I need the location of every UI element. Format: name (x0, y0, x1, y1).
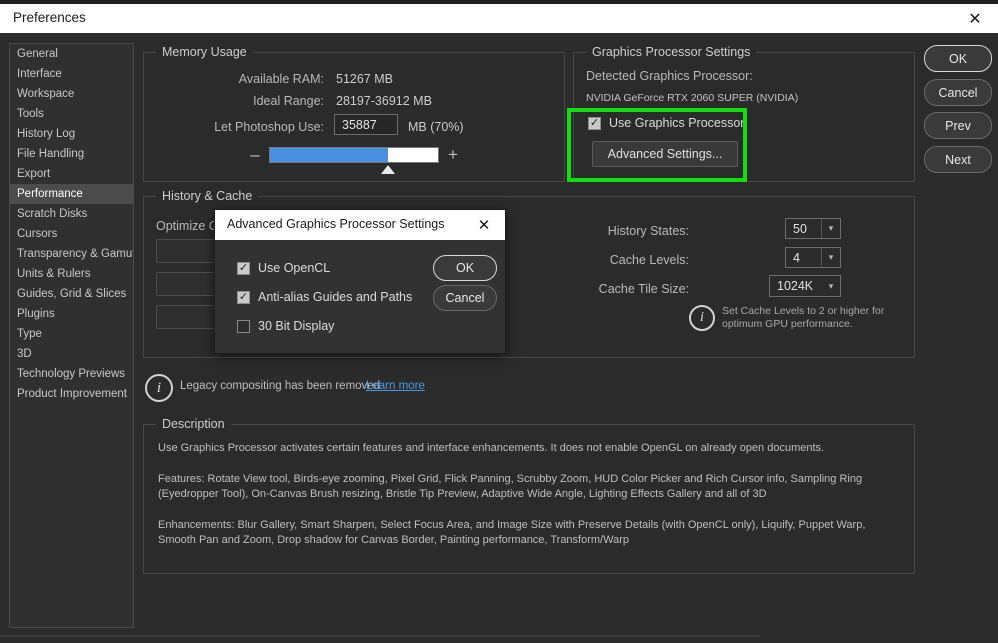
thirty-bit-display-row[interactable]: ✓ 30 Bit Display (237, 319, 334, 333)
cache-levels-select[interactable]: 4 ▾ (785, 247, 841, 268)
sidebar-item-workspace[interactable]: Workspace (10, 84, 133, 104)
sidebar-item-file-handling[interactable]: File Handling (10, 144, 133, 164)
advanced-settings-button[interactable]: Advanced Settings... (592, 141, 738, 167)
thirty-bit-display-label: 30 Bit Display (258, 319, 335, 333)
legacy-notice-text: Legacy compositing has been removed (180, 380, 381, 392)
legacy-info-icon: i (145, 374, 173, 402)
chevron-down-icon[interactable]: ▾ (822, 276, 840, 296)
advanced-graphics-settings-dialog: Advanced Graphics Processor Settings ✕ ✓… (214, 209, 506, 354)
history-states-select[interactable]: 50 ▾ (785, 218, 841, 239)
cache-hint-line-1: Set Cache Levels to 2 or higher for (722, 305, 885, 317)
ideal-range-label: Ideal Range: (253, 94, 324, 108)
anti-alias-checkbox[interactable]: ✓ (237, 290, 250, 304)
optimize-cache-label: Optimize C (156, 219, 218, 233)
ideal-range-value: 28197-36912 MB (336, 94, 432, 108)
description-paragraph-1: Use Graphics Processor activates certain… (158, 442, 825, 454)
chevron-down-icon[interactable]: ▾ (821, 219, 840, 238)
use-graphics-processor-checkbox[interactable]: ✓ (588, 116, 601, 130)
window-title-bar: Preferences ✕ (0, 4, 998, 33)
sidebar-item-plugins[interactable]: Plugins (10, 304, 133, 324)
anti-alias-row[interactable]: ✓ Anti-alias Guides and Paths (237, 290, 412, 304)
description-paragraph-3: Enhancements: Blur Gallery, Smart Sharpe… (158, 519, 866, 546)
let-photoshop-use-input[interactable]: 35887 (334, 114, 398, 135)
sidebar-item-type[interactable]: Type (10, 324, 133, 344)
sidebar-item-technology-previews[interactable]: Technology Previews (10, 364, 133, 384)
modal-title-text: Advanced Graphics Processor Settings (227, 217, 445, 231)
let-photoshop-use-suffix: MB (70%) (408, 120, 464, 134)
description-group: Description Use Graphics Processor activ… (143, 417, 915, 574)
close-icon[interactable]: ✕ (469, 210, 499, 240)
window-bottom-edge (0, 635, 760, 637)
sidebar-item-export[interactable]: Export (10, 164, 133, 184)
thirty-bit-display-checkbox[interactable]: ✓ (237, 319, 250, 333)
modal-title-bar: Advanced Graphics Processor Settings ✕ (215, 210, 505, 240)
graphics-processor-legend: Graphics Processor Settings (586, 45, 757, 59)
detected-gpu-label: Detected Graphics Processor: (586, 69, 753, 83)
history-states-value: 50 (793, 221, 807, 236)
sidebar-item-guides-grid-slices[interactable]: Guides, Grid & Slices (10, 284, 133, 304)
use-graphics-processor-label: Use Graphics Processor (609, 116, 745, 130)
modal-ok-button[interactable]: OK (433, 255, 497, 281)
learn-more-link[interactable]: Learn more (366, 380, 425, 392)
cache-levels-value: 4 (793, 250, 800, 265)
use-opencl-row[interactable]: ✓ Use OpenCL (237, 261, 330, 275)
close-icon[interactable]: ✕ (952, 4, 998, 33)
cache-tile-size-select[interactable]: 1024K ▾ (769, 275, 841, 297)
detected-gpu-value: NVIDIA GeForce RTX 2060 SUPER (NVIDIA) (586, 92, 799, 104)
memory-usage-legend: Memory Usage (156, 45, 253, 59)
memory-slider-track[interactable] (269, 147, 439, 163)
sidebar-item-general[interactable]: General (10, 44, 133, 64)
next-button[interactable]: Next (924, 146, 992, 173)
sidebar-item-history-log[interactable]: History Log (10, 124, 133, 144)
memory-slider-thumb[interactable] (381, 165, 395, 174)
history-states-label: History States: (607, 224, 689, 238)
sidebar-item-tools[interactable]: Tools (10, 104, 133, 124)
sidebar-item-cursors[interactable]: Cursors (10, 224, 133, 244)
sidebar-item-scratch-disks[interactable]: Scratch Disks (10, 204, 133, 224)
description-legend: Description (156, 417, 231, 431)
sidebar-item-performance[interactable]: Performance (10, 184, 133, 204)
memory-slider-increase[interactable]: + (446, 145, 460, 165)
sidebar-item-units-rulers[interactable]: Units & Rulers (10, 264, 133, 284)
page-title: Preferences (13, 10, 86, 25)
sidebar-item-product-improvement[interactable]: Product Improvement (10, 384, 133, 404)
info-icon: i (689, 305, 715, 331)
ok-button[interactable]: OK (924, 45, 992, 72)
cancel-button[interactable]: Cancel (924, 79, 992, 106)
graphics-processor-group: Graphics Processor Settings Detected Gra… (573, 45, 915, 182)
chevron-down-icon[interactable]: ▾ (821, 248, 840, 267)
cache-tile-size-label: Cache Tile Size: (598, 282, 689, 296)
cache-hint-line-2: optimum GPU performance. (722, 318, 853, 330)
description-paragraph-2: Features: Rotate View tool, Birds-eye zo… (158, 473, 863, 500)
sidebar-item-interface[interactable]: Interface (10, 64, 133, 84)
available-ram-label: Available RAM: (238, 72, 324, 86)
anti-alias-label: Anti-alias Guides and Paths (258, 290, 413, 304)
use-graphics-processor-row[interactable]: ✓ Use Graphics Processor (588, 116, 744, 130)
prev-button[interactable]: Prev (924, 112, 992, 139)
memory-usage-group: Memory Usage Available RAM: 51267 MB Ide… (143, 45, 565, 182)
let-photoshop-use-label: Let Photoshop Use: (214, 120, 324, 134)
memory-slider-fill (270, 148, 388, 162)
modal-cancel-button[interactable]: Cancel (433, 285, 497, 311)
cache-tile-size-value: 1024K (777, 279, 814, 293)
memory-slider-decrease[interactable]: – (248, 145, 262, 165)
sidebar-item-3d[interactable]: 3D (10, 344, 133, 364)
use-opencl-label: Use OpenCL (258, 261, 331, 275)
cache-levels-label: Cache Levels: (609, 253, 689, 267)
available-ram-value: 51267 MB (336, 72, 393, 86)
history-and-cache-legend: History & Cache (156, 189, 259, 203)
use-opencl-checkbox[interactable]: ✓ (237, 261, 250, 275)
preferences-category-list[interactable]: General Interface Workspace Tools History Lo… (9, 43, 134, 628)
sidebar-item-transparency-gamut[interactable]: Transparency & Gamut (10, 244, 133, 264)
